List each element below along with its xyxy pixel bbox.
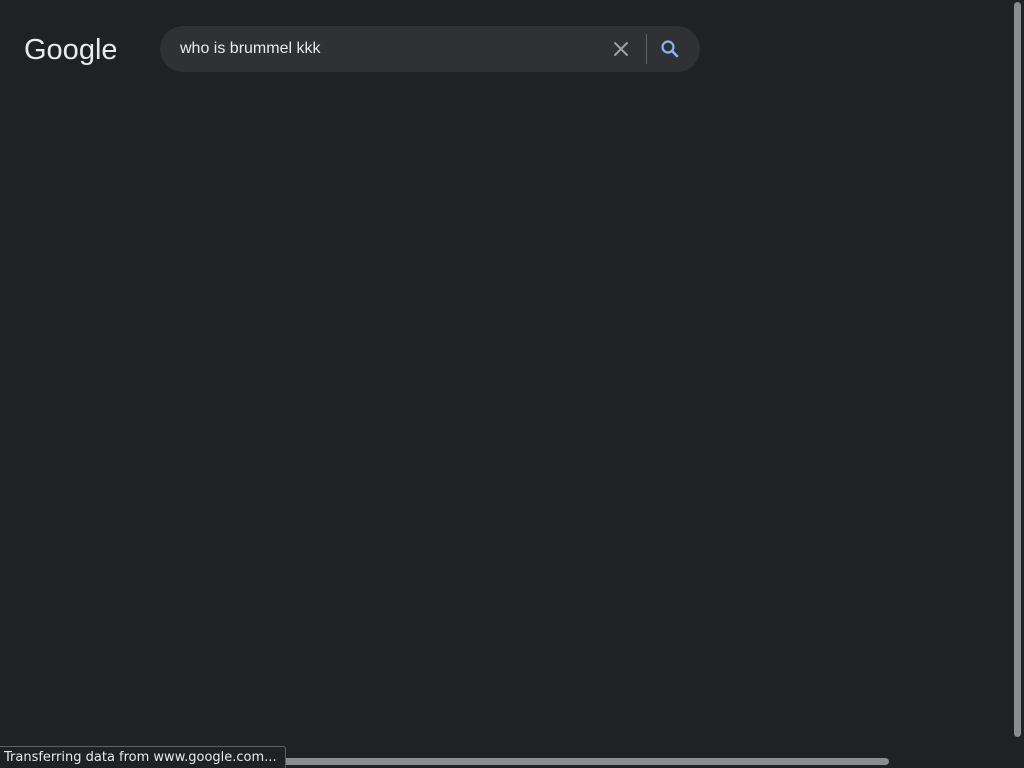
vertical-scrollbar[interactable] [1011,0,1024,752]
search-bar [160,26,700,72]
scrollbar-corner [1011,752,1024,768]
status-bar: Transferring data from www.google.com... [0,746,286,768]
browser-viewport: Google Transferring data from www.google… [0,0,1024,768]
close-icon [614,42,628,56]
google-logo[interactable]: Google [24,32,116,68]
google-logo-icon: Google [24,34,116,66]
google-logo-text: Google [24,34,116,66]
search-button[interactable] [658,37,682,61]
clear-search-button[interactable] [609,37,633,61]
search-icon [661,40,679,58]
search-divider [646,34,647,64]
search-input[interactable] [180,26,600,72]
vertical-scrollbar-thumb[interactable] [1014,2,1021,737]
